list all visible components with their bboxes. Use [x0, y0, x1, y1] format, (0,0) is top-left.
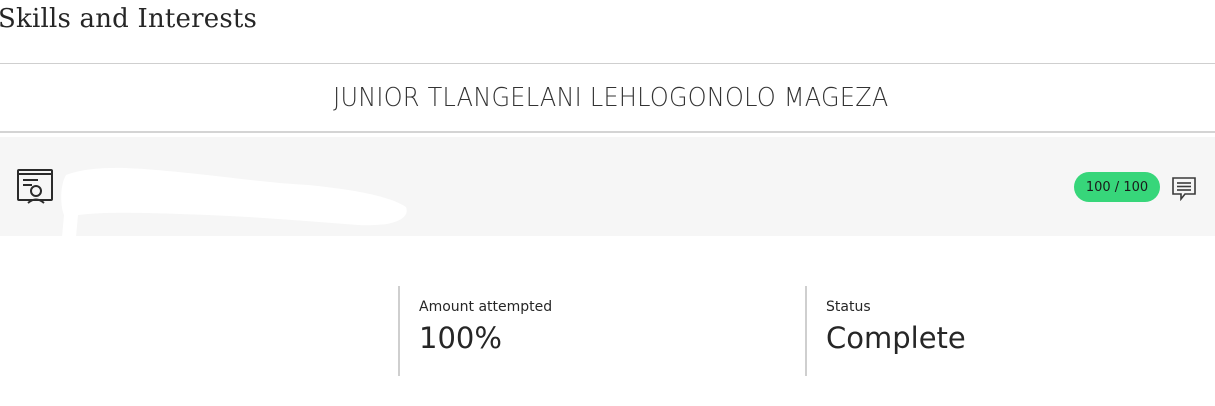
- status-value: Complete: [826, 321, 966, 355]
- student-name: JUNIOR TLANGELANI LEHLOGONOLO MAGEZA: [332, 82, 889, 113]
- student-name-header: JUNIOR TLANGELANI LEHLOGONOLO MAGEZA: [0, 63, 1215, 133]
- redacted-item-title: [58, 155, 413, 237]
- amount-attempted-value: 100%: [419, 321, 502, 355]
- certificate-icon: [16, 167, 54, 205]
- amount-attempted-stat: Amount attempted 100%: [398, 286, 798, 376]
- feedback-comment-icon[interactable]: [1172, 177, 1196, 202]
- grade-item-row[interactable]: 100 / 100: [0, 137, 1215, 237]
- status-label: Status: [826, 299, 871, 315]
- score-badge: 100 / 100: [1074, 172, 1160, 202]
- page-title: Skills and Interests: [0, 4, 258, 34]
- amount-attempted-label: Amount attempted: [419, 299, 553, 315]
- status-stat: Status Complete: [805, 286, 1205, 376]
